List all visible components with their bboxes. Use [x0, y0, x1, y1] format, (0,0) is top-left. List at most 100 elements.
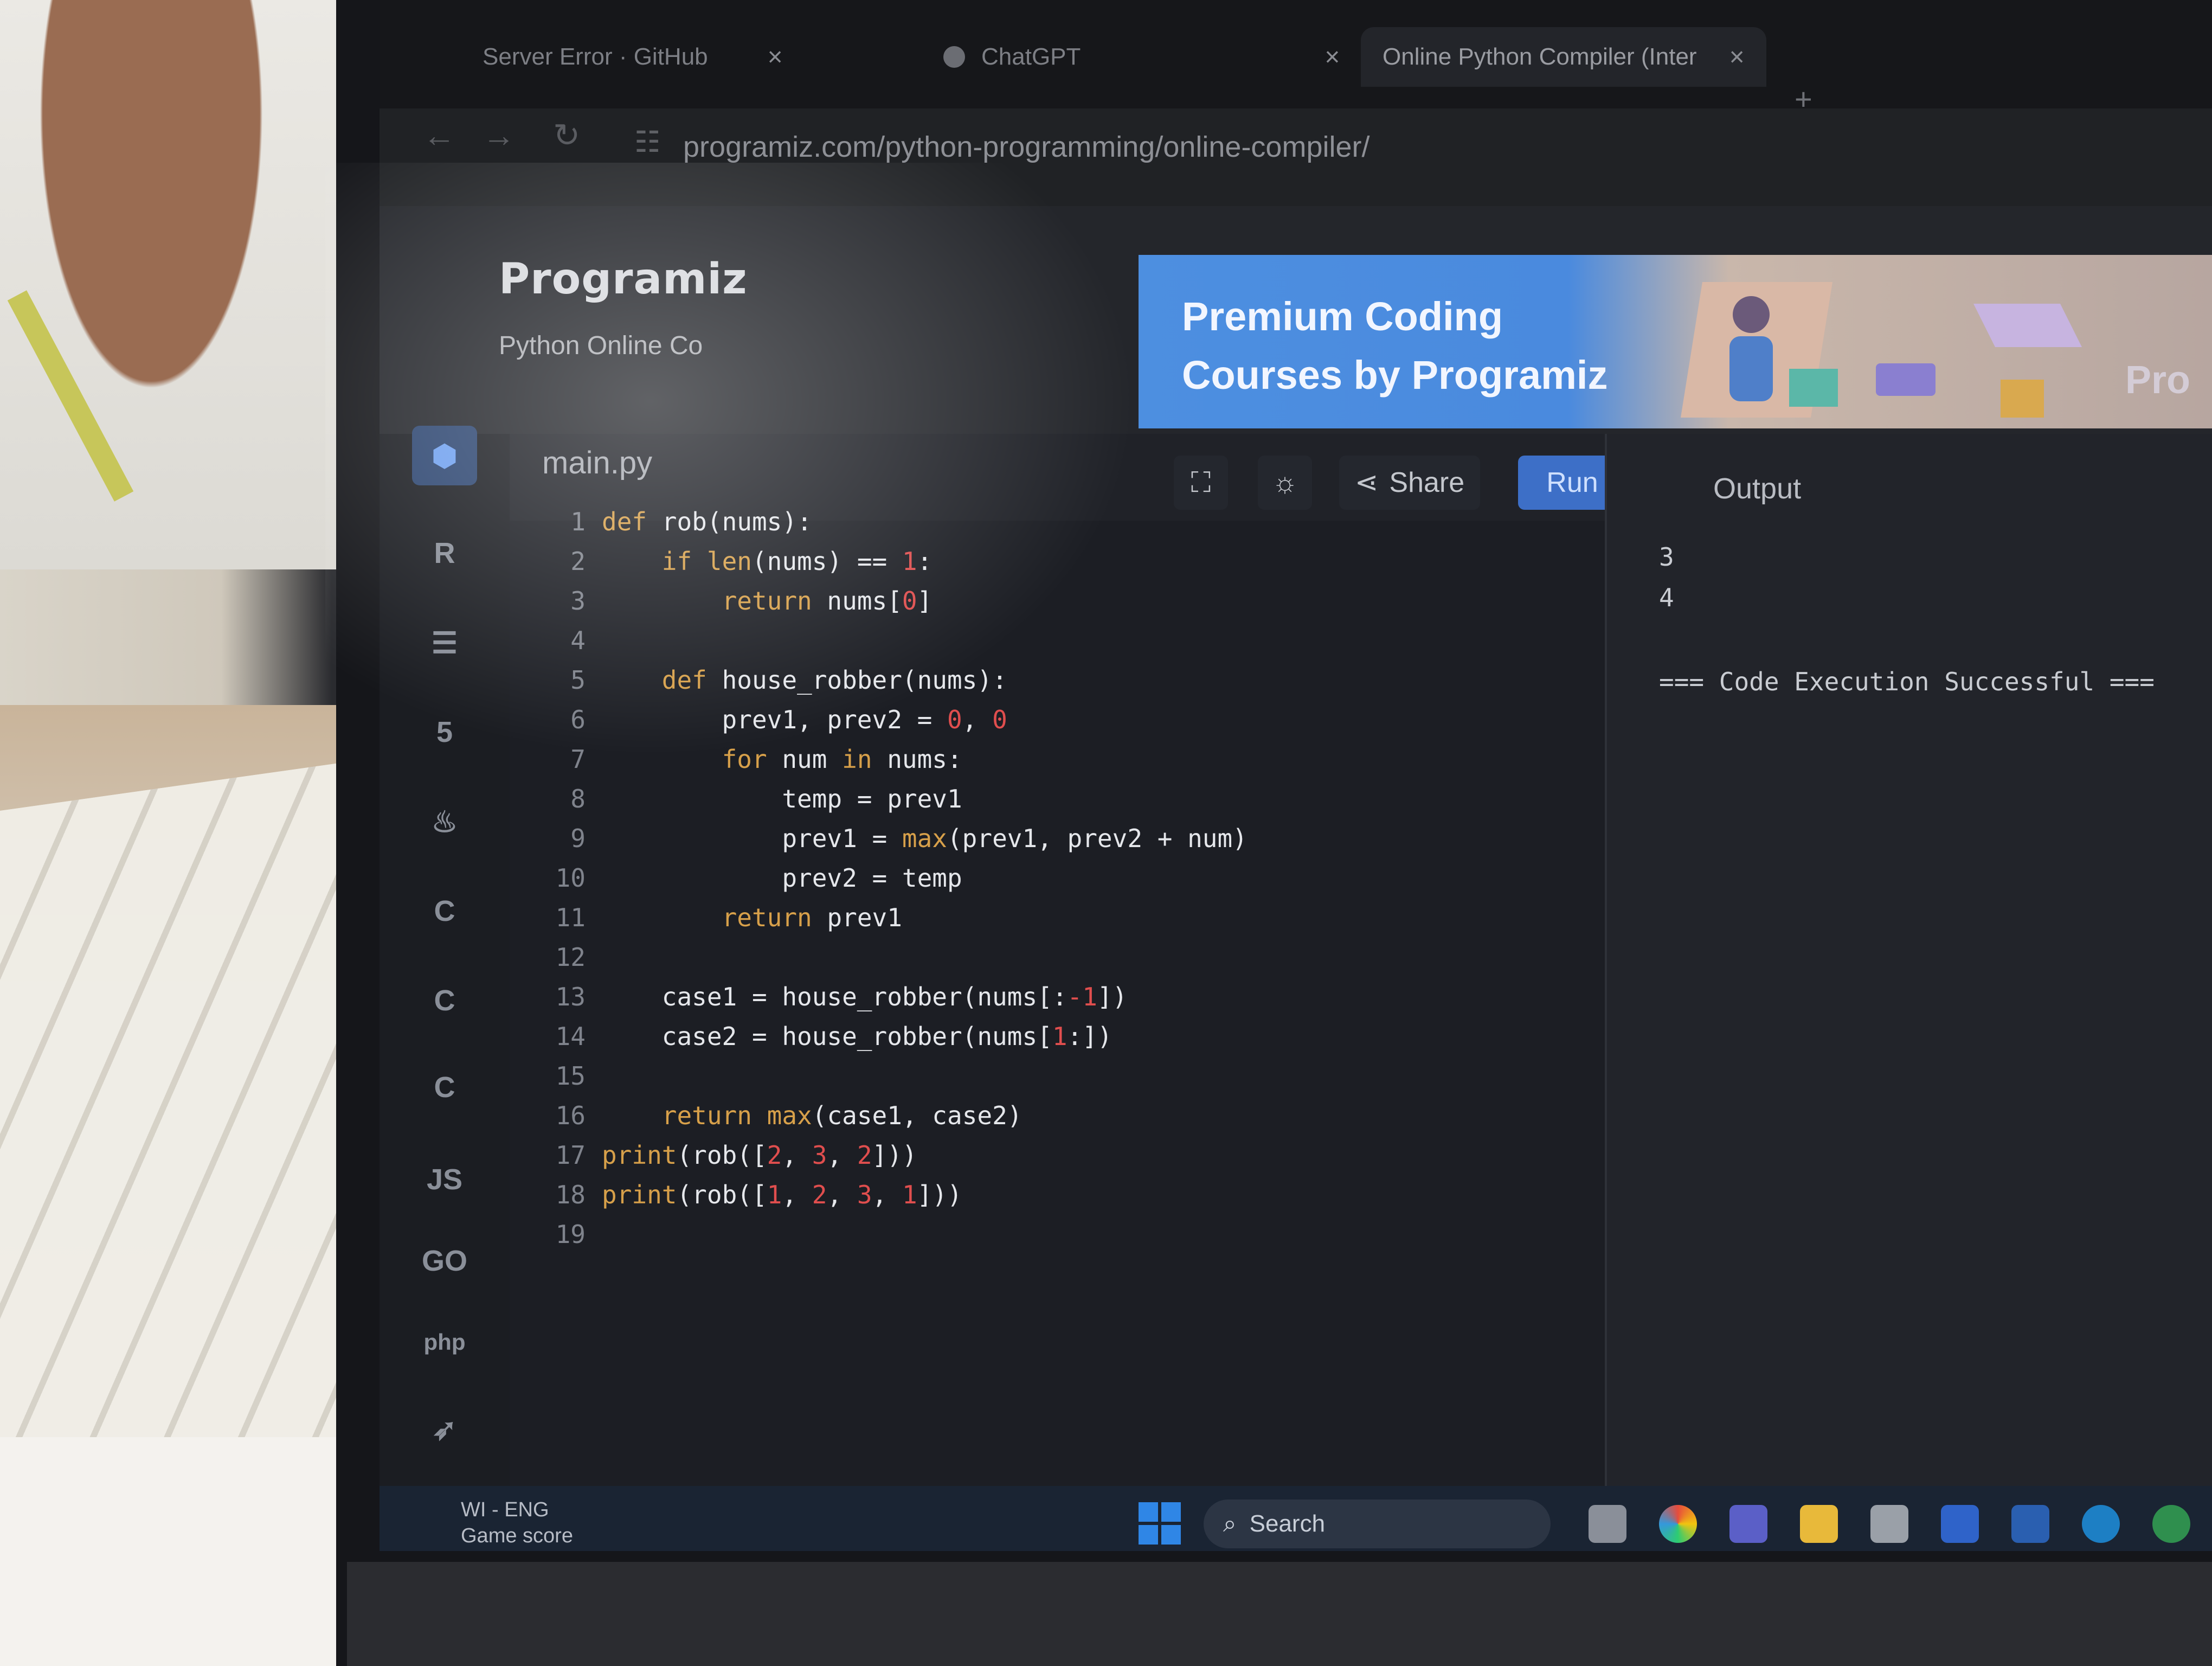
javascript-icon[interactable]: JS — [412, 1150, 477, 1209]
tab-label: Server Error · GitHub — [483, 43, 708, 70]
taskbar-search[interactable]: ⌕ Search — [1204, 1500, 1551, 1548]
java-icon[interactable]: ♨ — [412, 792, 477, 851]
background-keyboard — [0, 762, 347, 1489]
laptop-screen: Server Error · GitHub × ChatGPT × Online… — [380, 0, 2212, 1551]
task-view-icon[interactable] — [1589, 1505, 1626, 1543]
banner-line-2: Courses by Programiz — [1182, 353, 1608, 398]
file-tab-main-py[interactable]: main.py — [542, 445, 652, 481]
go-icon[interactable]: GO — [412, 1231, 477, 1291]
code-line: return nums[0] — [722, 586, 933, 616]
banner-illustration — [1681, 282, 2082, 418]
url-field[interactable]: programiz.com/python-programming/online-… — [683, 130, 1370, 164]
fullscreen-icon[interactable]: ⛶ — [1174, 456, 1228, 510]
tab-chatgpt[interactable]: ChatGPT × — [922, 27, 1361, 87]
taskbar-widget[interactable]: WI - ENG Game score — [461, 1497, 573, 1549]
line-number: 19 — [555, 1220, 586, 1249]
word-icon[interactable] — [2011, 1505, 2049, 1543]
edge-icon[interactable] — [2082, 1505, 2120, 1543]
share-button[interactable]: ⋖ Share — [1339, 456, 1480, 510]
line-number: 9 — [570, 824, 586, 853]
php-icon[interactable]: php — [412, 1312, 477, 1372]
background-paper — [0, 1437, 358, 1666]
banner-line-1: Premium Coding — [1182, 294, 1503, 339]
widget-line-1: WI - ENG — [461, 1498, 549, 1521]
programiz-logo[interactable]: Programiz — [499, 255, 748, 304]
forward-icon[interactable]: → — [483, 117, 515, 154]
line-number: 5 — [570, 665, 586, 695]
c-icon[interactable]: C — [412, 881, 477, 941]
csharp-icon[interactable]: C — [412, 1058, 477, 1117]
site-info-icon[interactable]: ☷ — [634, 125, 660, 159]
line-number: 1 — [570, 507, 586, 536]
code-line: temp = prev1 — [602, 784, 962, 813]
code-line: def rob(nums): — [602, 507, 812, 536]
share-label: Share — [1389, 467, 1465, 498]
code-line: case2 = house_robber(nums[1:]) — [602, 1022, 1113, 1051]
line-number: 4 — [570, 626, 586, 655]
tab-label: ChatGPT — [981, 43, 1081, 70]
laptop-base — [347, 1562, 2212, 1666]
line-number: 10 — [555, 863, 586, 893]
line-number: 7 — [570, 745, 586, 774]
output-title: Output — [1713, 472, 1802, 505]
line-number: 12 — [555, 943, 586, 972]
page-subtitle: Python Online Co — [499, 331, 703, 360]
background-person — [0, 0, 336, 569]
line-number: 8 — [570, 784, 586, 813]
code-line: return max(case1, case2) — [661, 1101, 1023, 1130]
output-status-line: === Code Execution Successful === — [1659, 667, 2155, 696]
output-line: 4 — [1659, 583, 1674, 612]
copilot-icon[interactable] — [1659, 1505, 1697, 1543]
code-line: prev1, prev2 = 0, 0 — [602, 705, 1007, 734]
line-number: 14 — [555, 1022, 586, 1051]
promo-banner-text: Premium Coding Courses by Programiz — [1182, 287, 1670, 405]
close-icon[interactable]: × — [1324, 42, 1340, 72]
line-number: 13 — [555, 982, 586, 1011]
line-number: 3 — [570, 586, 586, 616]
line-number: 17 — [555, 1140, 586, 1170]
banner-pro-tag: Pro — [2125, 358, 2191, 402]
html5-icon[interactable]: 5 — [412, 702, 477, 762]
tab-github[interactable]: Server Error · GitHub × — [461, 27, 805, 87]
code-line: print(rob([1, 2, 3, 1])) — [602, 1180, 962, 1209]
python-icon[interactable]: ⬢ — [412, 426, 477, 485]
cpp-icon[interactable]: C — [412, 971, 477, 1030]
code-line: for num in nums: — [722, 745, 962, 774]
line-number: 16 — [555, 1101, 586, 1130]
theme-toggle-icon[interactable]: ☼ — [1258, 456, 1312, 510]
search-label: Search — [1249, 1510, 1326, 1537]
store-icon[interactable] — [1870, 1505, 1908, 1543]
chatgpt-icon — [943, 46, 965, 68]
code-line: print(rob([2, 3, 2])) — [602, 1140, 917, 1170]
code-line: if len(nums) == 1: — [661, 547, 933, 576]
tab-label: Online Python Compiler (Inter — [1382, 43, 1697, 70]
close-icon[interactable]: × — [1729, 42, 1745, 72]
search-icon: ⌕ — [1223, 1510, 1237, 1537]
line-number: 2 — [570, 547, 586, 576]
share-icon: ⋖ — [1354, 467, 1379, 498]
windows-start-icon[interactable] — [1139, 1502, 1181, 1545]
app-l-icon[interactable] — [1941, 1505, 1979, 1543]
line-number: 15 — [555, 1061, 586, 1091]
line-number: 18 — [555, 1180, 586, 1209]
code-line: prev1 = max(prev1, prev2 + num) — [602, 824, 1248, 853]
tab-python-compiler[interactable]: Online Python Compiler (Inter × — [1361, 27, 1766, 87]
chrome-icon[interactable] — [2152, 1505, 2190, 1543]
reload-icon[interactable]: ↻ — [553, 117, 580, 155]
back-icon[interactable]: ← — [423, 117, 455, 154]
code-line: def house_robber(nums): — [661, 665, 1007, 695]
output-panel[interactable] — [1605, 434, 2212, 1497]
teams-icon[interactable] — [1729, 1505, 1767, 1543]
widget-line-2: Game score — [461, 1524, 573, 1547]
r-icon[interactable]: R — [412, 523, 477, 583]
output-line: 3 — [1659, 542, 1674, 572]
close-icon[interactable]: × — [768, 42, 783, 72]
file-explorer-icon[interactable] — [1800, 1505, 1838, 1543]
line-number: 11 — [555, 903, 586, 932]
swift-icon[interactable]: ➶ — [412, 1399, 477, 1459]
database-icon[interactable]: ☰ — [412, 613, 477, 672]
line-number: 6 — [570, 705, 586, 734]
code-line: case1 = house_robber(nums[:-1]) — [602, 982, 1128, 1011]
code-line: prev2 = temp — [602, 863, 962, 893]
code-line: return prev1 — [722, 903, 902, 932]
